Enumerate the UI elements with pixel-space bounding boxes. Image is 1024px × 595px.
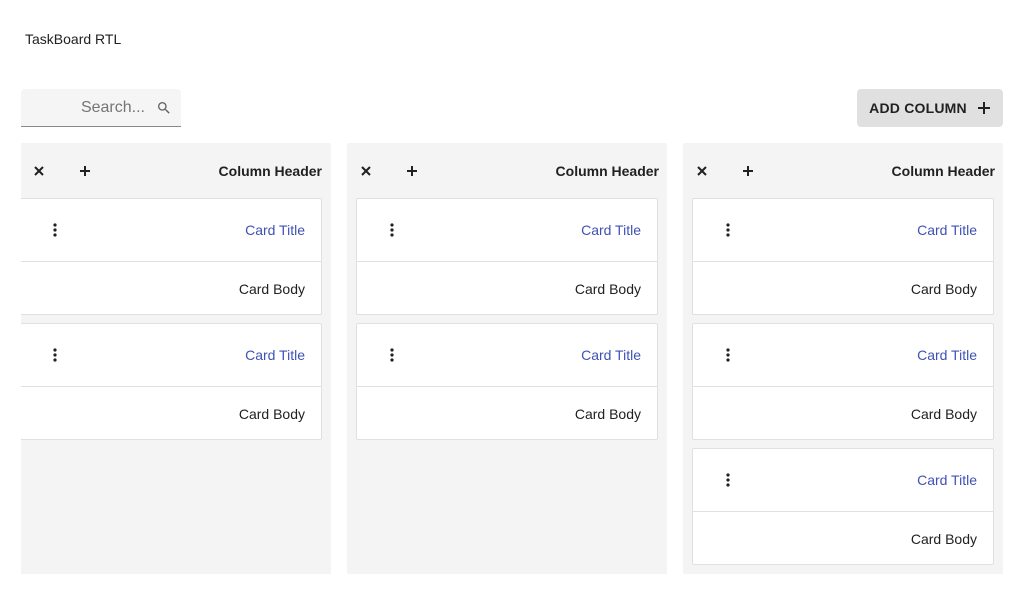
column-header: Column Header: [347, 143, 667, 198]
more-vert-icon[interactable]: [45, 220, 65, 240]
add-column-label: ADD COLUMN: [869, 100, 967, 116]
card-body: Card Body: [910, 531, 977, 547]
more-vert-icon[interactable]: [45, 345, 65, 365]
column-title: Column Header: [555, 163, 659, 179]
close-icon[interactable]: [356, 161, 376, 181]
close-icon[interactable]: [29, 161, 49, 181]
card-body: Card Body: [238, 281, 305, 297]
add-card-icon[interactable]: [738, 161, 758, 181]
card[interactable]: Card Title Card Body: [356, 198, 658, 315]
search-input[interactable]: [35, 92, 145, 123]
card-title[interactable]: Card Title: [245, 347, 305, 363]
card-title[interactable]: Card Title: [917, 472, 977, 488]
card-title[interactable]: Card Title: [581, 222, 641, 238]
board-column: Column Header Card Title Card Body Card …: [347, 143, 667, 574]
card[interactable]: Card Title Card Body: [692, 448, 994, 565]
more-vert-icon[interactable]: [718, 220, 738, 240]
card-title[interactable]: Card Title: [917, 347, 977, 363]
card-title[interactable]: Card Title: [245, 222, 305, 238]
column-header: Column Header: [21, 143, 331, 198]
add-card-icon[interactable]: [402, 161, 422, 181]
app-title: TaskBoard RTL: [25, 31, 122, 47]
board-column: Column Header Card Title Card Body Card …: [21, 143, 331, 574]
column-title: Column Header: [891, 163, 995, 179]
more-vert-icon[interactable]: [382, 220, 402, 240]
column-title: Column Header: [218, 163, 322, 179]
more-vert-icon[interactable]: [382, 345, 402, 365]
task-board: Column Header Card Title Card Body Card …: [0, 143, 1024, 574]
column-header: Column Header: [683, 143, 1003, 198]
card[interactable]: Card Title Card Body: [692, 198, 994, 315]
card[interactable]: Card Title Card Body: [21, 198, 322, 315]
add-card-icon[interactable]: [75, 161, 95, 181]
plus-icon: [977, 101, 991, 115]
more-vert-icon[interactable]: [718, 345, 738, 365]
card-body: Card Body: [238, 406, 305, 422]
more-vert-icon[interactable]: [718, 470, 738, 490]
add-column-button[interactable]: ADD COLUMN: [857, 89, 1003, 127]
board-column: Column Header Card Title Card Body Card …: [683, 143, 1003, 574]
search-icon[interactable]: [155, 99, 173, 117]
card-body: Card Body: [574, 406, 641, 422]
card[interactable]: Card Title Card Body: [21, 323, 322, 440]
card-title[interactable]: Card Title: [581, 347, 641, 363]
card[interactable]: Card Title Card Body: [356, 323, 658, 440]
card-title[interactable]: Card Title: [917, 222, 977, 238]
card[interactable]: Card Title Card Body: [692, 323, 994, 440]
search-field[interactable]: [21, 89, 181, 127]
card-body: Card Body: [910, 406, 977, 422]
close-icon[interactable]: [692, 161, 712, 181]
card-body: Card Body: [574, 281, 641, 297]
card-body: Card Body: [910, 281, 977, 297]
